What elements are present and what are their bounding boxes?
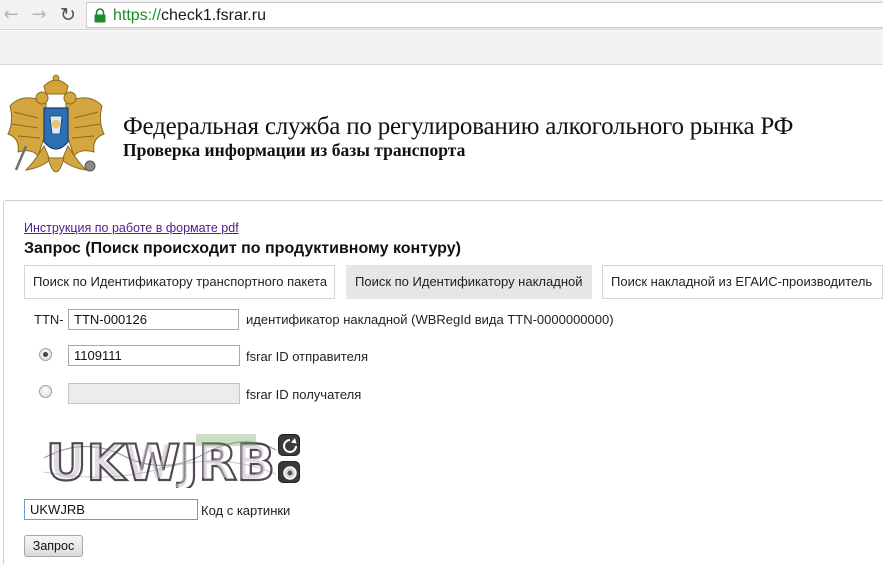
sender-fsrar-id-label: fsrar ID отправителя bbox=[246, 349, 369, 364]
captcha-input[interactable] bbox=[24, 499, 198, 520]
url-protocol: https:// bbox=[113, 7, 162, 24]
tab-transport-package-id[interactable]: Поиск по Идентификатору транспортного па… bbox=[24, 265, 335, 299]
refresh-icon[interactable] bbox=[278, 434, 300, 456]
sender-radio[interactable] bbox=[39, 348, 52, 361]
captcha-image: UKWJRB UKWJRB bbox=[44, 433, 276, 488]
coat-of-arms-icon bbox=[7, 74, 105, 173]
url-host: check1.fsrar.ru bbox=[161, 7, 266, 24]
forward-arrow-icon[interactable]: → bbox=[28, 4, 50, 26]
audio-icon-glyph bbox=[283, 466, 297, 480]
reload-icon[interactable]: ↻ bbox=[57, 4, 79, 26]
ttn-hint-label: идентификатор накладной (WBRegId вида TT… bbox=[246, 312, 614, 327]
address-bar[interactable]: https://check1.fsrar.ru bbox=[86, 2, 883, 28]
receiver-radio[interactable] bbox=[39, 385, 52, 398]
tab-waybill-id[interactable]: Поиск по Идентификатору накладной bbox=[346, 265, 592, 299]
pdf-instruction-link[interactable]: Инструкция по работе в формате pdf bbox=[24, 221, 239, 235]
agency-subtitle: Проверка информации из базы транспорта bbox=[123, 140, 466, 160]
receiver-fsrar-id-input[interactable] bbox=[68, 383, 240, 404]
url-text: https://check1.fsrar.ru bbox=[113, 7, 266, 25]
browser-toolbar: ← → ↻ https://check1.fsrar.ru bbox=[0, 0, 883, 30]
back-arrow-icon[interactable]: ← bbox=[0, 4, 22, 26]
tab-egais-producer-waybill[interactable]: Поиск накладной из ЕГАИС-производитель bbox=[602, 265, 883, 299]
ttn-id-input[interactable] bbox=[68, 309, 239, 330]
query-title: Запрос (Поиск происходит по продуктивном… bbox=[24, 240, 461, 257]
refresh-icon-glyph bbox=[283, 438, 297, 453]
sender-fsrar-id-input[interactable] bbox=[68, 345, 240, 366]
ttn-prefix-label: TTN- bbox=[34, 312, 64, 327]
radio-selected-dot bbox=[43, 352, 48, 357]
submit-query-button[interactable]: Запрос bbox=[24, 535, 83, 557]
lock-icon bbox=[94, 8, 106, 23]
agency-title: Федеральная служба по регулированию алко… bbox=[123, 113, 794, 140]
captcha-input-label: Код с картинки bbox=[201, 503, 291, 518]
audio-icon[interactable] bbox=[278, 461, 300, 483]
receiver-fsrar-id-label: fsrar ID получателя bbox=[246, 387, 362, 402]
bookmarks-bar bbox=[0, 31, 883, 65]
